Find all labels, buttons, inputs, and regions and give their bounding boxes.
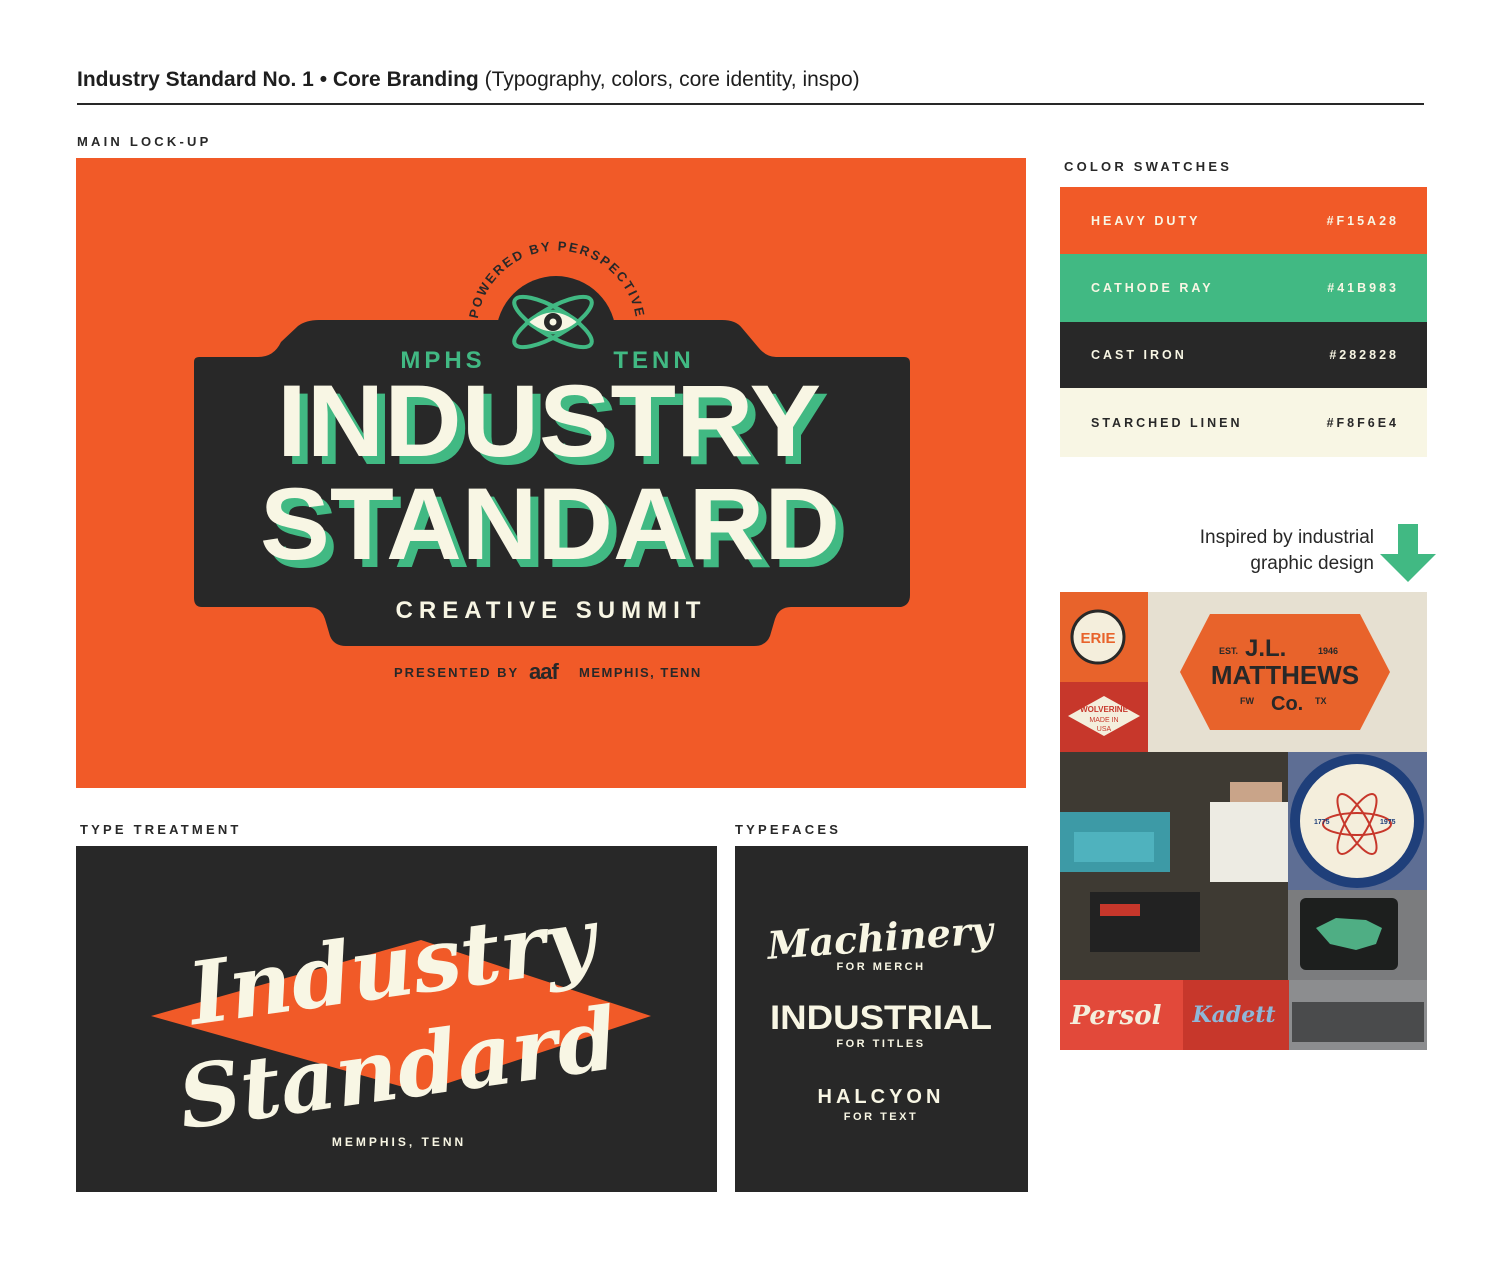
typeface-halcyon: HALCYON <box>818 1086 945 1108</box>
main-lockup-logo: POWERED BY PERSPECTIVE MPHS TENN INDUSTR… <box>194 238 910 684</box>
main-lockup-panel: POWERED BY PERSPECTIVE MPHS TENN INDUSTR… <box>76 158 1026 788</box>
navy-bottom-text: NUCLEAR TASK GROUP 75 <box>1318 858 1397 864</box>
inspiration-collage: ERIE WOLVERINE MADE IN USA EST. J.L. 194… <box>1060 592 1427 1050</box>
aaf-logo: aaf <box>529 659 559 684</box>
type-treatment-panel: Industry Standard MEMPHIS, TENN <box>76 846 717 1192</box>
wolverine-made-in: MADE IN <box>1089 717 1118 724</box>
matthews-est: EST. <box>1219 646 1238 656</box>
swatch-hex: #282828 <box>1329 348 1399 362</box>
typeface-industrial: INDUSTRIAL <box>770 999 992 1037</box>
erie-logo: ERIE <box>1080 630 1115 647</box>
swatch-name: HEAVY DUTY <box>1091 213 1201 228</box>
section-label-main-lockup: MAIN LOCK-UP <box>77 134 212 149</box>
kadett-logo: Kadett <box>1191 1002 1275 1028</box>
swatch-cathode-ray: CATHODE RAY #41B983 <box>1060 254 1427 322</box>
swatch-hex: #F8F6E4 <box>1326 415 1399 430</box>
typefaces-panel: Machinery FOR MERCH INDUSTRIAL FOR TITLE… <box>735 846 1028 1192</box>
swatch-heavy-duty: HEAVY DUTY #F15A28 <box>1060 187 1427 254</box>
section-label-type-treatment: TYPE TREATMENT <box>80 822 242 837</box>
page-title: Industry Standard No. 1 • Core Branding … <box>77 68 860 92</box>
swatch-hex: #41B983 <box>1327 281 1399 295</box>
type-treatment-art: Industry Standard MEMPHIS, TENN <box>151 888 651 1150</box>
wolverine-usa: USA <box>1097 726 1112 733</box>
matthews-year: 1946 <box>1318 646 1338 656</box>
wolverine-text: WOLVERINE <box>1080 705 1129 714</box>
section-label-typefaces: TYPEFACES <box>735 822 842 837</box>
navy-top-text: U.S. NAVY <box>1330 781 1385 793</box>
matthews-initials: J.L. <box>1245 635 1286 662</box>
typeface-machinery-use: FOR MERCH <box>836 961 925 973</box>
swatch-name: CAST IRON <box>1091 348 1187 362</box>
lockup-line1: INDUSTRY <box>277 364 821 478</box>
typeface-halcyon-use: FOR TEXT <box>844 1111 918 1123</box>
title-divider <box>77 103 1424 105</box>
navy-year-right: 1975 <box>1380 819 1396 826</box>
swatch-name: CATHODE RAY <box>1091 281 1214 295</box>
presented-location: MEMPHIS, TENN <box>579 665 702 680</box>
swatch-name: STARCHED LINEN <box>1091 415 1243 430</box>
swatch-hex: #F15A28 <box>1326 213 1399 228</box>
page-title-sub: (Typography, colors, core identity, insp… <box>484 68 860 91</box>
type-treatment-location: MEMPHIS, TENN <box>332 1135 466 1149</box>
inspiration-caption: Inspired by industrial graphic design <box>1120 525 1374 577</box>
page-title-main: Industry Standard No. 1 • Core Branding <box>77 68 479 91</box>
matthews-fw: FW <box>1240 696 1254 706</box>
section-label-color-swatches: COLOR SWATCHES <box>1064 159 1233 174</box>
persol-logo: Persol <box>1070 1001 1162 1031</box>
swatch-cast-iron: CAST IRON #282828 <box>1060 322 1427 388</box>
swatch-starched-linen: STARCHED LINEN #F8F6E4 <box>1060 388 1427 457</box>
inspiration-caption-line1: Inspired by industrial <box>1199 527 1374 548</box>
lockup-line2: STANDARD <box>260 467 840 581</box>
navy-year-left: 1775 <box>1314 819 1330 826</box>
arrow-down-icon <box>1380 524 1436 582</box>
inspiration-caption-line2: graphic design <box>1250 553 1374 574</box>
presented-by-label: PRESENTED BY <box>394 665 519 680</box>
matthews-name: MATTHEWS <box>1211 660 1359 690</box>
matthews-tx: TX <box>1315 696 1327 706</box>
lockup-subtitle: CREATIVE SUMMIT <box>396 597 707 624</box>
typeface-industrial-use: FOR TITLES <box>836 1038 925 1050</box>
matthews-co: Co. <box>1271 693 1303 715</box>
typefaces-specimens: Machinery FOR MERCH INDUSTRIAL FOR TITLE… <box>764 907 997 1123</box>
typeface-machinery: Machinery <box>764 907 997 968</box>
